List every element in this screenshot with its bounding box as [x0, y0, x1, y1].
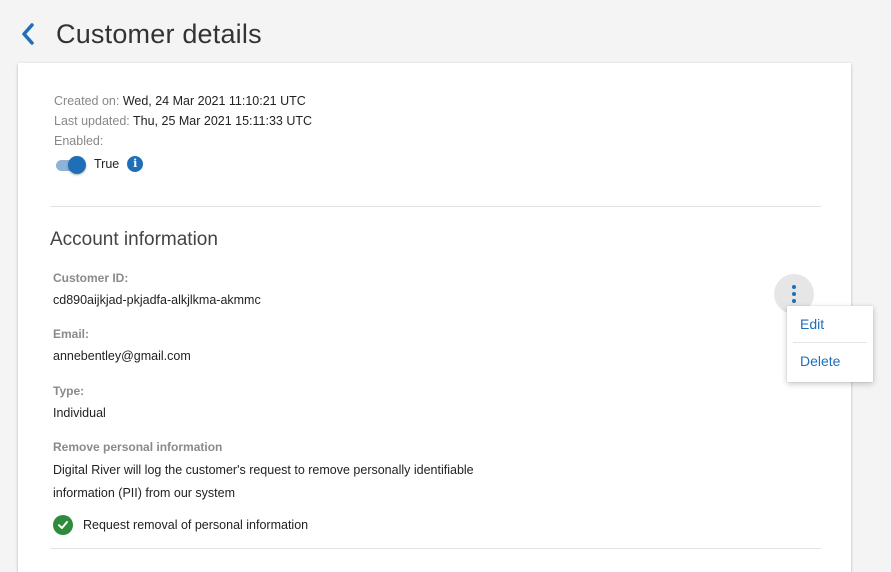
type-label: Type: [53, 384, 85, 398]
pii-line-1: Digital River will log the customer's re… [53, 463, 474, 477]
customer-id-value: cd890aijkjad-pkjadfa-alkjlkma-akmmc [53, 293, 261, 307]
created-label: Created on: [54, 94, 120, 108]
bottom-divider [50, 548, 821, 549]
back-button[interactable] [20, 16, 46, 52]
section-divider [50, 206, 821, 207]
created-row: Created on: Wed, 24 Mar 2021 11:10:21 UT… [54, 91, 312, 111]
menu-item-edit[interactable]: Edit [787, 306, 873, 342]
type-value: Individual [53, 406, 106, 420]
email-value: annebentley@gmail.com [53, 349, 191, 363]
actions-menu: Edit Delete [787, 306, 873, 382]
email-label: Email: [53, 327, 90, 341]
check-circle-icon [53, 515, 73, 535]
info-icon[interactable]: i [127, 156, 144, 172]
updated-label: Last updated: [54, 114, 130, 128]
enabled-toggle[interactable] [54, 156, 86, 174]
page-title: Customer details [56, 18, 262, 49]
pii-request-status: Request removal of personal information [53, 515, 308, 535]
enabled-label: Enabled: [54, 134, 104, 148]
customer-id-label: Customer ID: [53, 271, 129, 285]
updated-value: Thu, 25 Mar 2021 15:11:33 UTC [133, 114, 313, 128]
pii-label: Remove personal information [53, 440, 223, 454]
account-section-title: Account information [50, 229, 218, 250]
pii-description: Digital River will log the customer's re… [53, 459, 523, 505]
chevron-left-icon [22, 23, 34, 45]
pii-line-2: information (PII) from our system [53, 486, 235, 500]
updated-row: Last updated: Thu, 25 Mar 2021 15:11:33 … [54, 111, 312, 131]
enabled-row: True i [54, 154, 312, 174]
menu-item-delete[interactable]: Delete [787, 343, 873, 379]
more-vertical-icon [792, 285, 796, 289]
page-header: Customer details [20, 14, 262, 54]
pii-request-text: Request removal of personal information [83, 518, 309, 532]
created-value: Wed, 24 Mar 2021 11:10:21 UTC [122, 94, 306, 108]
meta-block: Created on: Wed, 24 Mar 2021 11:10:21 UT… [54, 91, 312, 174]
toggle-thumb [68, 156, 86, 174]
customer-card: Created on: Wed, 24 Mar 2021 11:10:21 UT… [18, 63, 851, 572]
enabled-value: True [94, 157, 120, 171]
